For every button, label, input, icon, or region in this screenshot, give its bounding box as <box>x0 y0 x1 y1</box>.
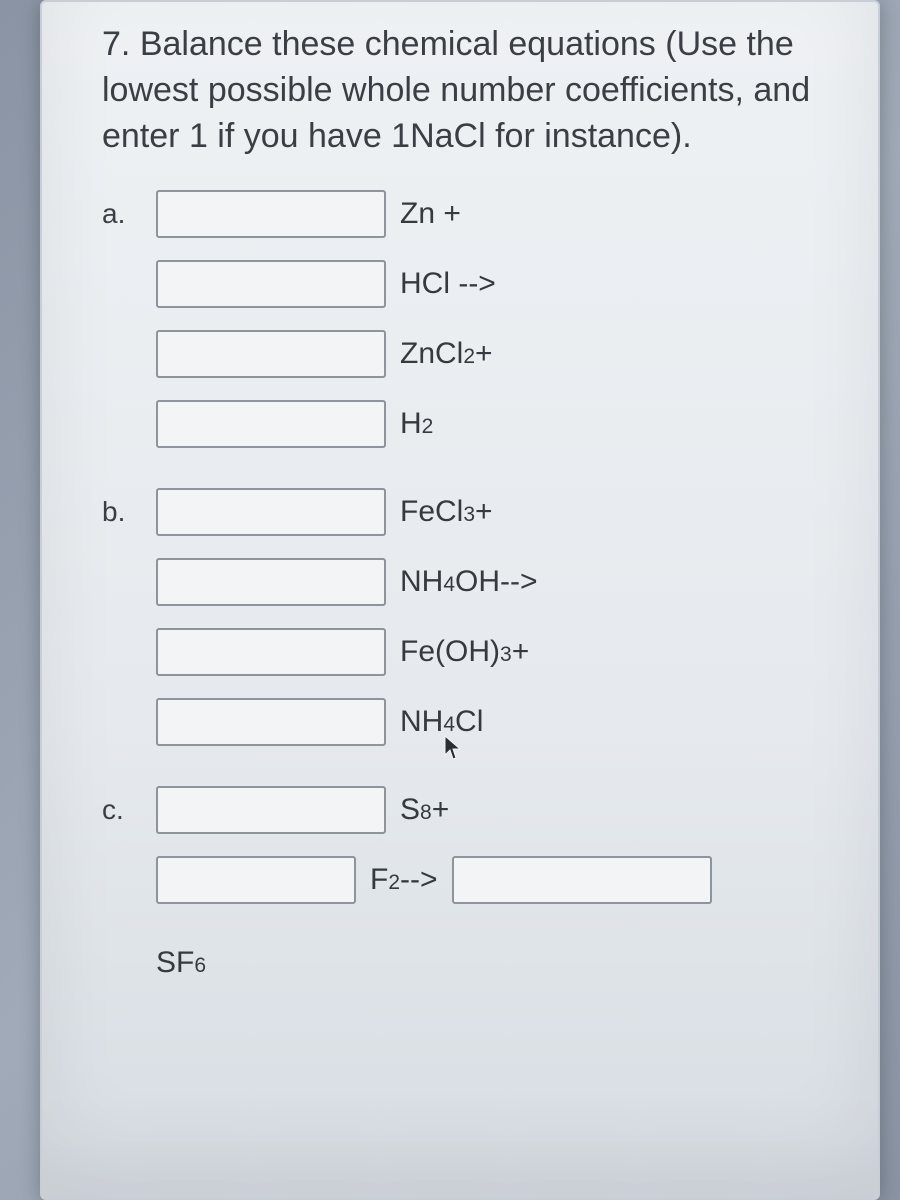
chem-fecl3: FeCl3 + <box>400 495 493 529</box>
coef-b-fecl3[interactable] <box>156 488 386 536</box>
row-b-2: NH4OH--> <box>102 558 848 606</box>
chem-hcl: HCl --> <box>400 267 496 301</box>
part-label-a: a. <box>102 198 142 230</box>
row-a-2: HCl --> <box>102 260 848 308</box>
chem-sf6: SF6 <box>156 946 206 980</box>
equation-rows: a. Zn + HCl --> ZnCl2 + <box>102 190 848 980</box>
part-label-b: b. <box>102 496 142 528</box>
question-text: 7. Balance these chemical equations (Use… <box>102 22 848 160</box>
coef-a-h2[interactable] <box>156 400 386 448</box>
row-a-4: H2 <box>102 400 848 448</box>
coef-a-zncl2[interactable] <box>156 330 386 378</box>
coef-c-f2[interactable] <box>156 856 356 904</box>
chem-h2: H2 <box>400 407 433 441</box>
row-b-4: NH4Cl <box>102 698 848 746</box>
row-c-1: c. S8 + <box>102 786 848 834</box>
chem-nh4cl: NH4Cl <box>400 705 483 739</box>
row-c-final: SF6 <box>156 946 848 980</box>
row-c-2: F2 --> <box>102 856 848 904</box>
chem-nh4oh: NH4OH--> <box>400 565 538 599</box>
coef-a-zn[interactable] <box>156 190 386 238</box>
question-number: 7. <box>102 25 130 63</box>
row-a-3: ZnCl2 + <box>102 330 848 378</box>
row-b-3: Fe(OH)3 + <box>102 628 848 676</box>
coef-c-s8[interactable] <box>156 786 386 834</box>
coef-b-nh4oh[interactable] <box>156 558 386 606</box>
chem-s8: S8 + <box>400 793 449 827</box>
chem-feoh3: Fe(OH)3 + <box>400 635 529 669</box>
cursor-icon <box>444 735 464 763</box>
row-a-1: a. Zn + <box>102 190 848 238</box>
chem-f2: F2 --> <box>370 863 438 897</box>
question-body: Balance these chemical equations (Use th… <box>102 25 810 155</box>
chem-zn: Zn + <box>400 197 461 231</box>
question-panel: 7. Balance these chemical equations (Use… <box>40 0 880 1200</box>
part-label-c: c. <box>102 794 142 826</box>
row-b-1: b. FeCl3 + <box>102 488 848 536</box>
chem-zncl2: ZnCl2 + <box>400 337 493 371</box>
coef-b-nh4cl[interactable] <box>156 698 386 746</box>
coef-a-hcl[interactable] <box>156 260 386 308</box>
coef-b-feoh3[interactable] <box>156 628 386 676</box>
coef-c-sf6[interactable] <box>452 856 712 904</box>
